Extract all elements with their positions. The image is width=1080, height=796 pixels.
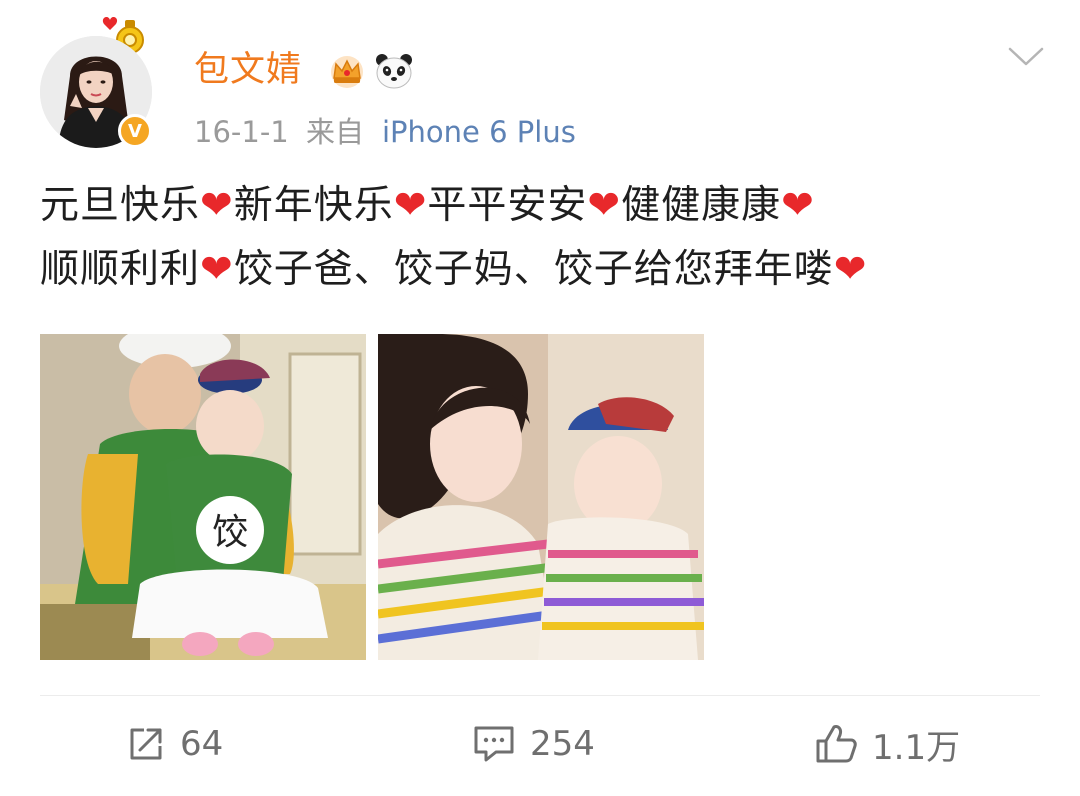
post-text-segment: 饺子爸、饺子妈、饺子给您拜年喽	[233, 247, 834, 292]
comment-button[interactable]: 254	[472, 720, 595, 768]
post-text-segment: 平平安安	[427, 183, 588, 228]
post-source-prefix: 来自	[306, 115, 365, 149]
heart-emoji-icon: ❤	[393, 183, 428, 228]
comment-icon	[474, 726, 514, 762]
post-date: 16-1-1	[194, 115, 289, 149]
post-text-line-1: 元旦快乐❤新年快乐❤平平安安❤健健康康❤	[40, 180, 815, 232]
post-text-segment: 健健康康	[621, 183, 782, 228]
heart-emoji-icon: ❤	[200, 247, 234, 292]
photo-shirt-text: 饺	[212, 512, 248, 553]
heart-emoji-icon: ❤	[833, 247, 868, 292]
photo-mother-and-baby[interactable]	[378, 334, 704, 660]
photo-father-and-baby[interactable]: 饺	[40, 334, 366, 660]
post-text-segment: 新年快乐	[233, 183, 394, 228]
panda-emoji-icon	[376, 54, 412, 89]
share-count: 64	[180, 724, 224, 764]
share-icon	[130, 728, 162, 760]
divider	[40, 695, 1040, 696]
post-device-link[interactable]: iPhone 6 Plus	[382, 114, 576, 150]
thumbs-up-icon	[816, 725, 857, 763]
heart-emoji-icon: ❤	[781, 183, 815, 228]
post-text-segment: 顺顺利利	[40, 247, 201, 292]
username[interactable]: 包文婧	[194, 48, 302, 92]
heart-emoji-icon: ❤	[200, 183, 234, 228]
chevron-down-icon[interactable]	[1008, 46, 1044, 68]
like-count: 1.1万	[872, 727, 961, 768]
share-button[interactable]: 64	[126, 720, 223, 768]
post-text-segment: 元旦快乐	[40, 183, 201, 228]
like-button[interactable]: 1.1万	[814, 720, 960, 768]
comment-count: 254	[530, 724, 595, 764]
verified-badge: V	[118, 114, 152, 148]
crown-icon	[331, 56, 363, 88]
post-text-line-2: 顺顺利利❤饺子爸、饺子妈、饺子给您拜年喽❤	[40, 244, 867, 296]
heart-emoji-icon: ❤	[587, 183, 622, 228]
